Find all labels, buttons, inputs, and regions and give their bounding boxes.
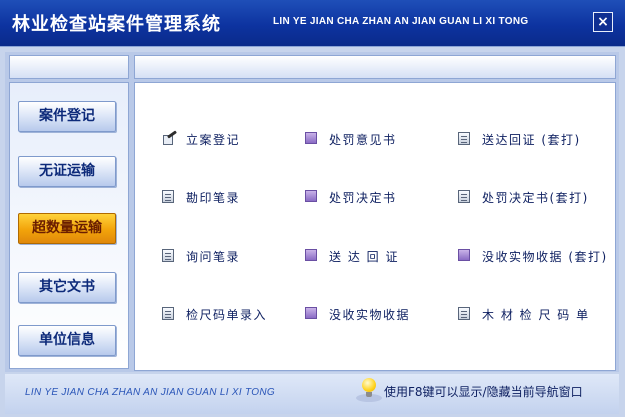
purple-doc-icon <box>305 190 320 205</box>
app-title-pinyin: LIN YE JIAN CHA ZHAN AN JIAN GUAN LI XI … <box>273 16 529 27</box>
close-button[interactable]: × <box>593 12 613 32</box>
nav-button-case-registration[interactable]: 案件登记 <box>18 101 116 132</box>
menu-item-penalty-decision[interactable]: 处罚决定书 <box>305 189 397 206</box>
main-panel <box>134 82 616 371</box>
lightbulb-icon <box>360 378 378 404</box>
doc-icon <box>458 307 473 322</box>
doc-icon <box>162 307 177 322</box>
menu-item-label: 没收实物收据 (套打) <box>482 250 608 264</box>
doc-icon <box>458 132 473 147</box>
menu-item-case-filing[interactable]: 立案登记 <box>162 131 240 148</box>
menu-item-scale-sheet-entry[interactable]: 检尺码单录入 <box>162 306 267 323</box>
menu-item-penalty-opinion[interactable]: 处罚意见书 <box>305 131 397 148</box>
menu-item-inspection-record[interactable]: 勘印笔录 <box>162 189 240 206</box>
doc-icon <box>458 190 473 205</box>
menu-item-label: 送达回证 (套打) <box>482 133 581 147</box>
nav-panel-header <box>9 55 129 79</box>
doc-icon <box>162 249 177 264</box>
menu-item-timber-scale-sheet[interactable]: 木 材 检 尺 码 单 <box>458 306 590 323</box>
pen-doc-icon <box>162 132 177 147</box>
app-title: 林业检查站案件管理系统 <box>12 14 221 35</box>
purple-doc-icon <box>305 249 320 264</box>
menu-item-label: 处罚意见书 <box>329 133 397 147</box>
menu-item-confiscation-receipt-print[interactable]: 没收实物收据 (套打) <box>458 248 608 265</box>
menu-item-label: 处罚决定书(套打) <box>482 191 589 205</box>
menu-item-penalty-decision-print[interactable]: 处罚决定书(套打) <box>458 189 589 206</box>
menu-item-service-receipt-print[interactable]: 送达回证 (套打) <box>458 131 581 148</box>
menu-item-label: 木 材 检 尺 码 单 <box>482 308 590 322</box>
title-bar: 林业检查站案件管理系统 LIN YE JIAN CHA ZHAN AN JIAN… <box>0 0 625 47</box>
menu-item-label: 没收实物收据 <box>329 308 411 322</box>
footer-tip: 使用F8键可以显示/隐藏当前导航窗口 <box>360 378 583 404</box>
nav-button-unlicensed-transport[interactable]: 无证运输 <box>18 156 116 187</box>
menu-item-interrogation-record[interactable]: 询问笔录 <box>162 248 240 265</box>
menu-item-label: 勘印笔录 <box>186 191 241 205</box>
menu-item-label: 检尺码单录入 <box>186 308 268 322</box>
menu-item-confiscation-receipt[interactable]: 没收实物收据 <box>305 306 410 323</box>
purple-doc-icon <box>458 249 473 264</box>
menu-item-service-receipt[interactable]: 送 达 回 证 <box>305 248 399 265</box>
menu-item-label: 送 达 回 证 <box>329 250 399 264</box>
footer-pinyin-title: LIN YE JIAN CHA ZHAN AN JIAN GUAN LI XI … <box>25 387 275 398</box>
menu-item-label: 询问笔录 <box>186 250 241 264</box>
main-panel-header <box>134 55 616 79</box>
nav-button-other-documents[interactable]: 其它文书 <box>18 272 116 303</box>
nav-button-unit-info[interactable]: 单位信息 <box>18 325 116 356</box>
nav-button-over-quantity-transport[interactable]: 超数量运输 <box>18 213 116 244</box>
menu-item-label: 立案登记 <box>186 133 241 147</box>
purple-doc-icon <box>305 132 320 147</box>
purple-doc-icon <box>305 307 320 322</box>
footer-tip-text: 使用F8键可以显示/隐藏当前导航窗口 <box>384 384 583 399</box>
doc-icon <box>162 190 177 205</box>
menu-item-label: 处罚决定书 <box>329 191 397 205</box>
